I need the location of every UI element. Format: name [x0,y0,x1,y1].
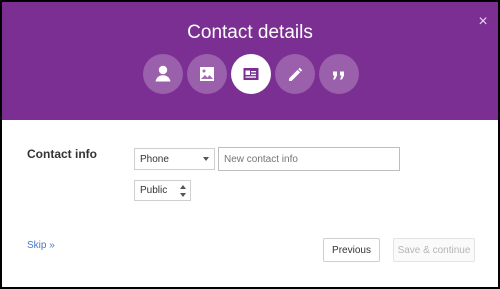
save-continue-button[interactable]: Save & continue [393,238,475,262]
contact-card-icon [240,63,262,85]
previous-button[interactable]: Previous [323,238,380,262]
contact-info-input[interactable] [218,147,400,171]
step-profile-button[interactable] [143,54,183,94]
contact-info-label: Contact info [27,147,97,161]
close-icon[interactable]: × [476,14,490,30]
visibility-value: Public [140,185,168,196]
step-quote-button[interactable] [319,54,359,94]
chevron-down-icon [203,157,209,161]
up-down-chevron-icon [180,185,186,197]
quote-icon [328,63,350,85]
contact-type-select[interactable]: Phone [134,148,215,170]
step-contact-info-button[interactable] [231,54,271,94]
step-photo-button[interactable] [187,54,227,94]
visibility-select[interactable]: Public [134,180,191,201]
contact-type-value: Phone [140,153,169,165]
contact-details-dialog: Contact details × Contact info Phone New… [0,0,500,289]
image-icon [196,63,218,85]
dialog-title: Contact details [187,22,313,43]
skip-link[interactable]: Skip » [27,240,55,251]
dialog-header: Contact details × [2,2,498,120]
person-icon [152,63,174,85]
pencil-icon [284,63,306,85]
step-edit-button[interactable] [275,54,315,94]
